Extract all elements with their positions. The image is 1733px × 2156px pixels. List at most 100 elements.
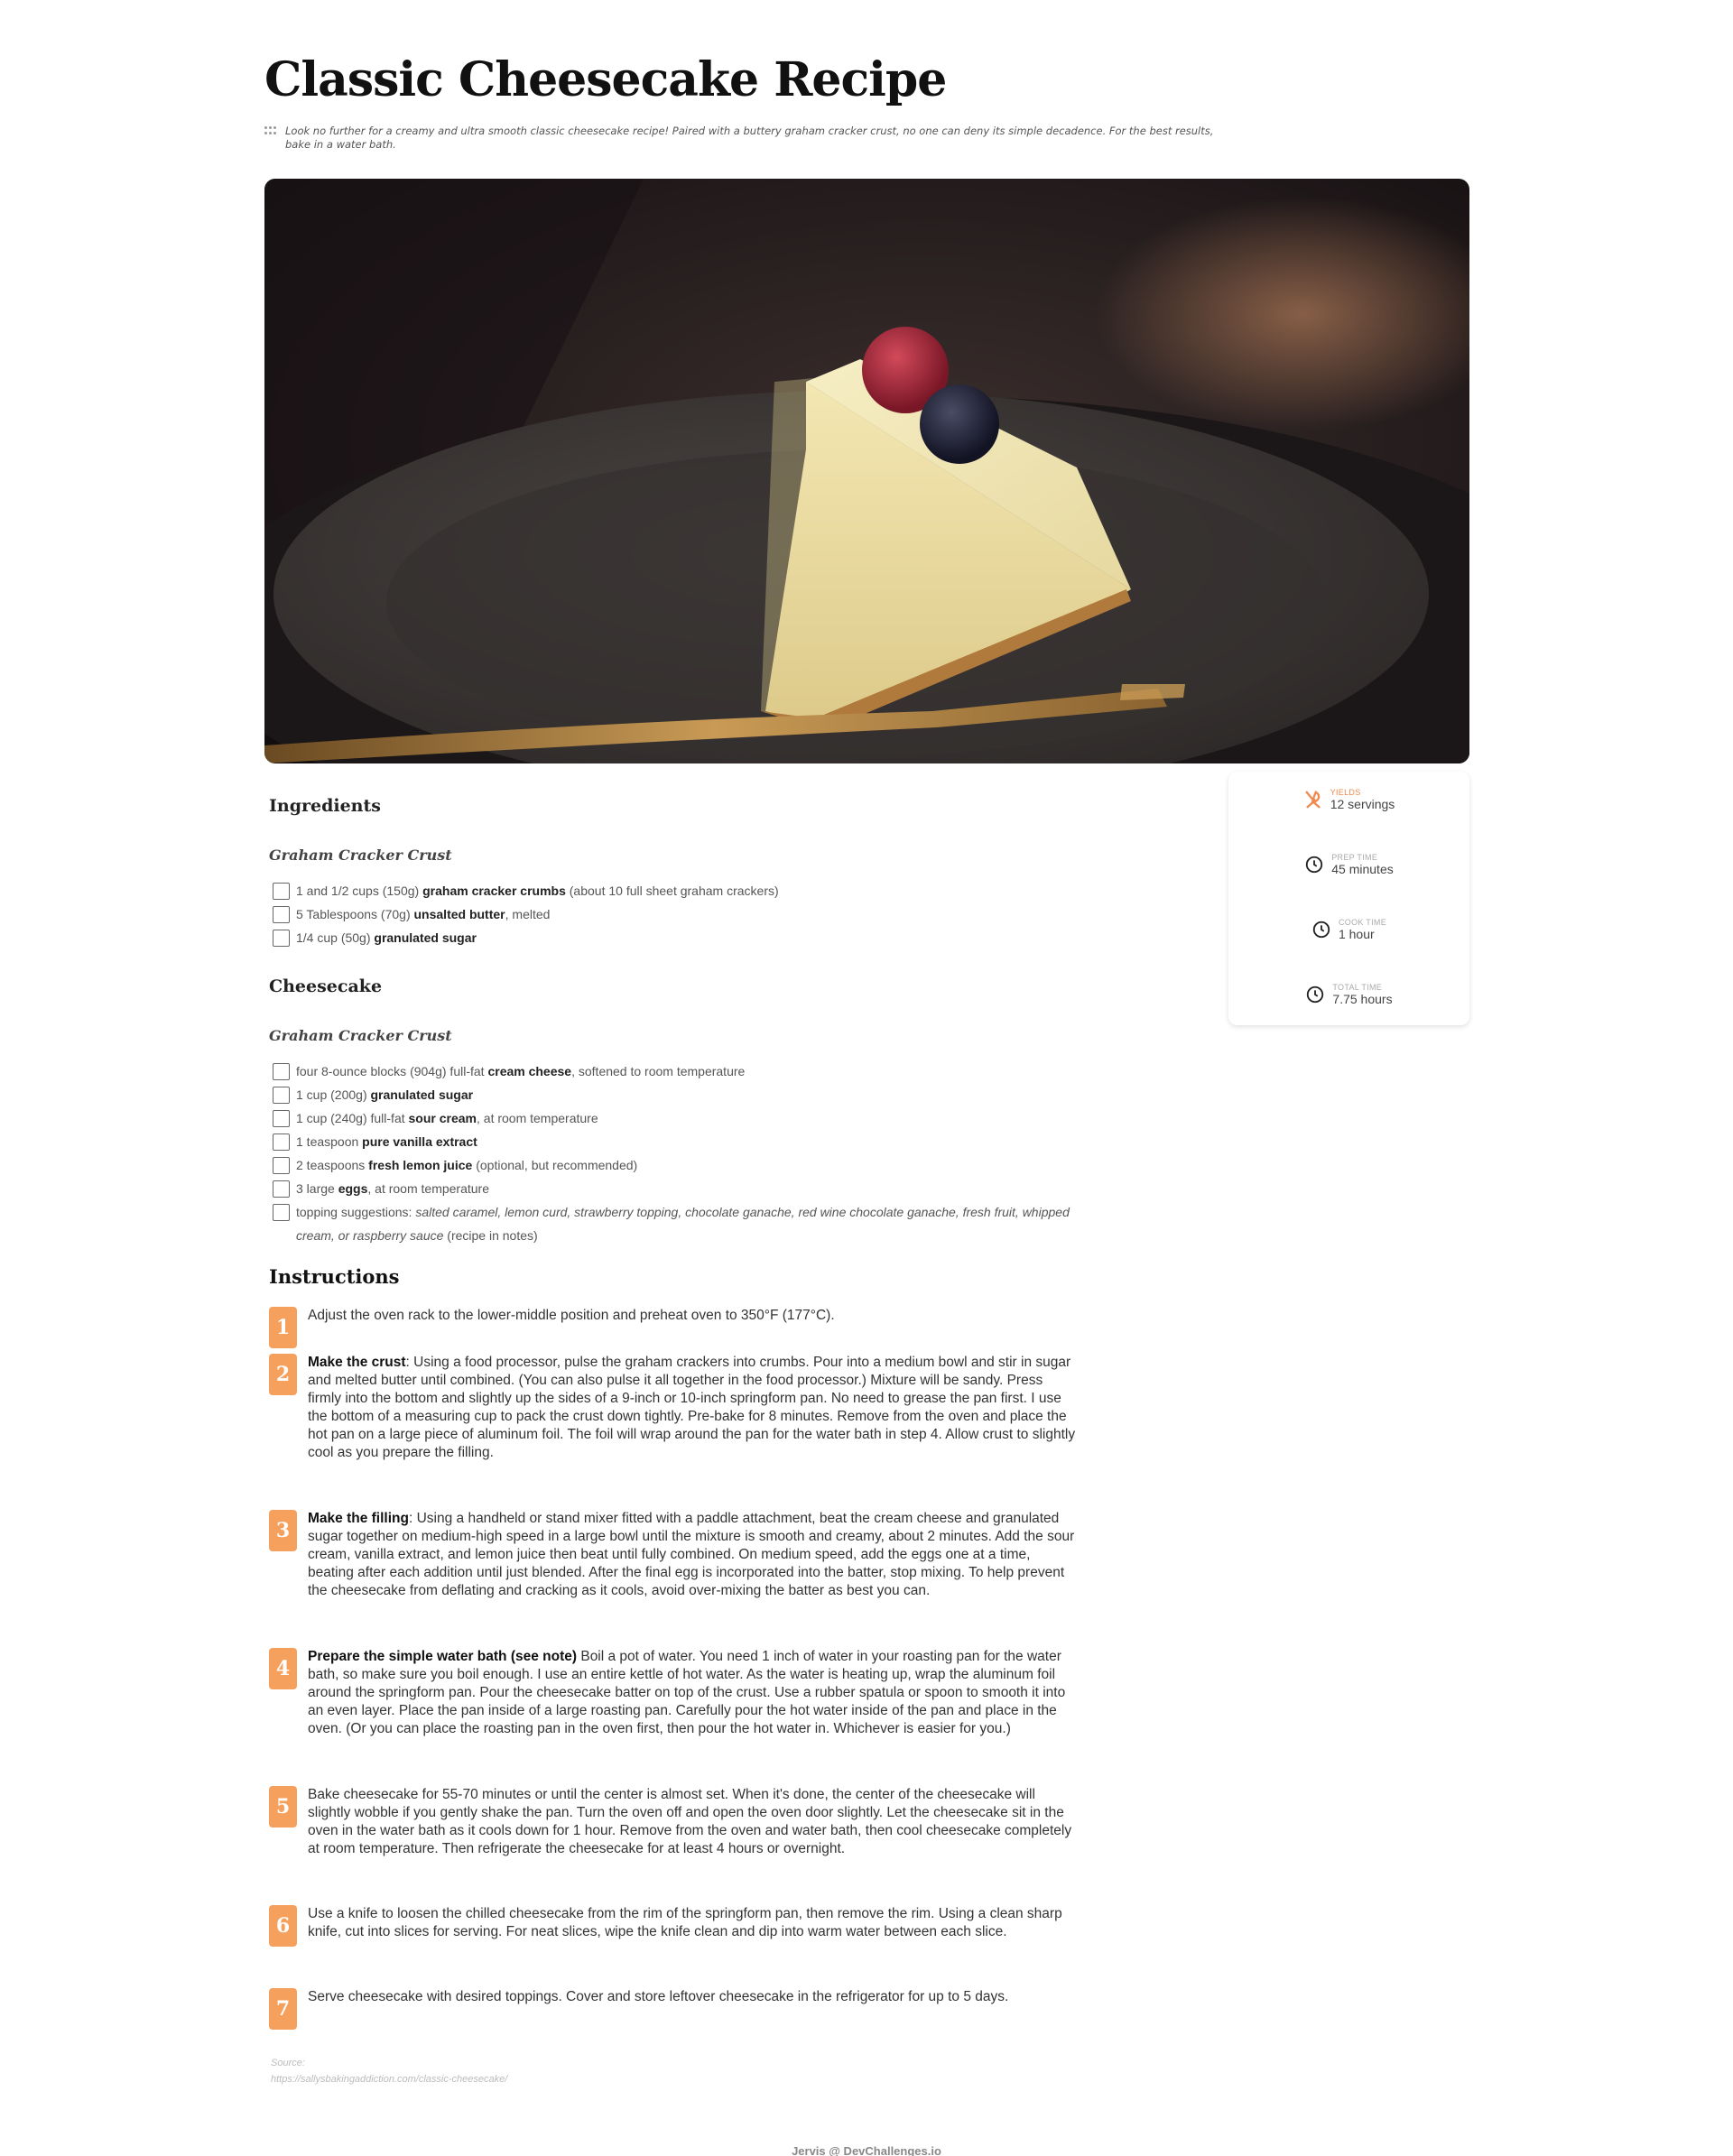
instruction-step: 6 Use a knife to loosen the chilled chee…: [269, 1905, 1081, 1947]
instruction-step: 1 Adjust the oven rack to the lower-midd…: [269, 1307, 1081, 1348]
step-number-badge: 7: [269, 1988, 297, 2030]
topping-label: topping suggestions:: [296, 1205, 416, 1219]
topping-note: (recipe in notes): [443, 1228, 538, 1243]
ingredient-checkbox[interactable]: [273, 930, 290, 947]
ingredient-name: cream cheese: [487, 1064, 572, 1078]
ingredient-qty: 1 cup (200g): [296, 1087, 371, 1102]
cheesecake-heading: Cheesecake: [269, 976, 383, 996]
ingredient-qty: four 8-ounce blocks (904g) full-fat: [296, 1064, 488, 1078]
cheesecake-ingredient-list: four 8-ounce blocks (904g) full-fat crea…: [273, 1059, 1085, 1247]
ingredient-checkbox[interactable]: [273, 1204, 290, 1221]
ingredient-checkbox[interactable]: [273, 1157, 290, 1174]
step-number-badge: 4: [269, 1648, 297, 1689]
intro-block: Look no further for a creamy and ultra s…: [264, 125, 1221, 152]
ingredient-item: four 8-ounce blocks (904g) full-fat crea…: [273, 1059, 1085, 1083]
stat-cook-label: COOK TIME: [1338, 918, 1387, 927]
ingredient-qty: 5 Tablespoons (70g): [296, 907, 414, 921]
ingredient-name: granulated sugar: [370, 1087, 474, 1102]
clock-icon: [1307, 985, 1324, 1004]
stat-cook-value: 1 hour: [1338, 927, 1375, 941]
stat-total-value: 7.75 hours: [1332, 992, 1393, 1006]
instruction-step: 2 Make the crust: Using a food processor…: [269, 1354, 1081, 1462]
ingredient-checkbox[interactable]: [273, 1180, 290, 1198]
ingredient-qty: 1 and 1/2 cups (150g): [296, 884, 423, 898]
step-title: Make the filling: [308, 1511, 409, 1526]
ingredient-item: 1 teaspoon pure vanilla extract: [273, 1130, 1085, 1153]
step-body: Use a knife to loosen the chilled cheese…: [308, 1906, 1062, 1939]
ingredient-name: eggs: [338, 1181, 368, 1196]
hero-image: [264, 179, 1469, 763]
stat-yields-value: 12 servings: [1330, 797, 1395, 811]
instruction-step: 4 Prepare the simple water bath (see not…: [269, 1648, 1081, 1738]
crust-subheading: Graham Cracker Crust: [269, 847, 452, 864]
step-body: Bake cheesecake for 55-70 minutes or unt…: [308, 1787, 1072, 1856]
step-text: Serve cheesecake with desired toppings. …: [308, 1988, 1080, 2030]
source-link[interactable]: https://sallysbakingaddiction.com/classi…: [271, 2071, 507, 2087]
page-title: Classic Cheesecake Recipe: [264, 52, 947, 107]
step-body: : Using a handheld or stand mixer fitted…: [308, 1511, 1075, 1598]
step-number-badge: 2: [269, 1354, 297, 1395]
ingredient-name: fresh lemon juice: [368, 1158, 473, 1172]
ingredient-name: pure vanilla extract: [362, 1134, 477, 1149]
instruction-step: 5 Bake cheesecake for 55-70 minutes or u…: [269, 1786, 1081, 1858]
step-body: Serve cheesecake with desired toppings. …: [308, 1989, 1009, 2004]
stat-total-label: TOTAL TIME: [1332, 983, 1383, 992]
stat-prep-time: PREP TIME 45 minutes: [1228, 853, 1469, 876]
ingredient-note: , melted: [505, 907, 551, 921]
step-text: Adjust the oven rack to the lower-middle…: [308, 1307, 1080, 1348]
ingredient-item: 1 cup (240g) full-fat sour cream, at roo…: [273, 1106, 1085, 1130]
stat-cook-time: COOK TIME 1 hour: [1228, 918, 1469, 941]
ingredient-checkbox[interactable]: [273, 883, 290, 900]
ingredient-name: unsalted butter: [413, 907, 505, 921]
ingredient-qty: 1/4 cup (50g): [296, 930, 375, 945]
drag-handle-icon[interactable]: [264, 126, 276, 135]
ingredient-note: , at room temperature: [367, 1181, 490, 1196]
step-text: Prepare the simple water bath (see note)…: [308, 1648, 1080, 1738]
intro-text: Look no further for a creamy and ultra s…: [285, 125, 1214, 151]
clock-icon: [1306, 856, 1323, 874]
instructions-heading: Instructions: [269, 1265, 400, 1288]
ingredient-checkbox[interactable]: [273, 1087, 290, 1104]
ingredient-item: 1 cup (200g) granulated sugar: [273, 1083, 1085, 1106]
ingredient-qty: 3 large: [296, 1181, 338, 1196]
stat-total-time: TOTAL TIME 7.75 hours: [1228, 983, 1469, 1006]
step-body: Adjust the oven rack to the lower-middle…: [308, 1308, 835, 1323]
source-block: Source: https://sallysbakingaddiction.co…: [271, 2055, 507, 2087]
footer-credit: Jervis @ DevChallenges.io: [792, 2144, 941, 2156]
step-number-badge: 1: [269, 1307, 297, 1348]
ingredient-item: 1 and 1/2 cups (150g) graham cracker cru…: [273, 879, 1085, 902]
ingredient-checkbox[interactable]: [273, 906, 290, 923]
crust-ingredient-list: 1 and 1/2 cups (150g) graham cracker cru…: [273, 879, 1085, 949]
ingredient-qty: 1 teaspoon: [296, 1134, 363, 1149]
cheesecake-subheading: Graham Cracker Crust: [269, 1027, 452, 1044]
source-label: Source:: [271, 2058, 305, 2068]
instruction-step: 3 Make the filling: Using a handheld or …: [269, 1510, 1081, 1600]
ingredient-item: 2 teaspoons fresh lemon juice (optional,…: [273, 1153, 1085, 1177]
stat-prep-label: PREP TIME: [1331, 853, 1378, 862]
step-text: Use a knife to loosen the chilled cheese…: [308, 1905, 1080, 1947]
step-text: Make the filling: Using a handheld or st…: [308, 1510, 1080, 1600]
ingredient-item: 3 large eggs, at room temperature: [273, 1177, 1085, 1200]
ingredient-checkbox[interactable]: [273, 1110, 290, 1127]
ingredient-note: (about 10 full sheet graham crackers): [565, 884, 779, 898]
clock-icon: [1312, 921, 1330, 939]
step-title: Prepare the simple water bath (see note): [308, 1649, 578, 1664]
ingredient-note: (optional, but recommended): [472, 1158, 638, 1172]
step-number-badge: 3: [269, 1510, 297, 1551]
ingredient-note: , softened to room temperature: [571, 1064, 746, 1078]
ingredient-note: , at room temperature: [477, 1111, 598, 1125]
ingredient-checkbox[interactable]: [273, 1134, 290, 1151]
ingredient-item: 5 Tablespoons (70g) unsalted butter, mel…: [273, 902, 1085, 926]
ingredient-item: topping suggestions: salted caramel, lem…: [273, 1200, 1085, 1247]
step-text: Bake cheesecake for 55-70 minutes or unt…: [308, 1786, 1080, 1858]
recipe-stats-card: YIELDS 12 servings PREP TIME 45 minutes …: [1228, 772, 1469, 1025]
ingredient-checkbox[interactable]: [273, 1063, 290, 1080]
ingredient-qty: 1 cup (240g) full-fat: [296, 1111, 409, 1125]
ingredient-item: 1/4 cup (50g) granulated sugar: [273, 926, 1085, 949]
utensils-icon: [1305, 791, 1321, 809]
ingredient-name: sour cream: [408, 1111, 477, 1125]
step-body: : Using a food processor, pulse the grah…: [308, 1355, 1076, 1460]
stat-yields: YIELDS 12 servings: [1228, 788, 1469, 811]
ingredient-name: granulated sugar: [374, 930, 477, 945]
stat-yields-label: YIELDS: [1330, 788, 1361, 797]
